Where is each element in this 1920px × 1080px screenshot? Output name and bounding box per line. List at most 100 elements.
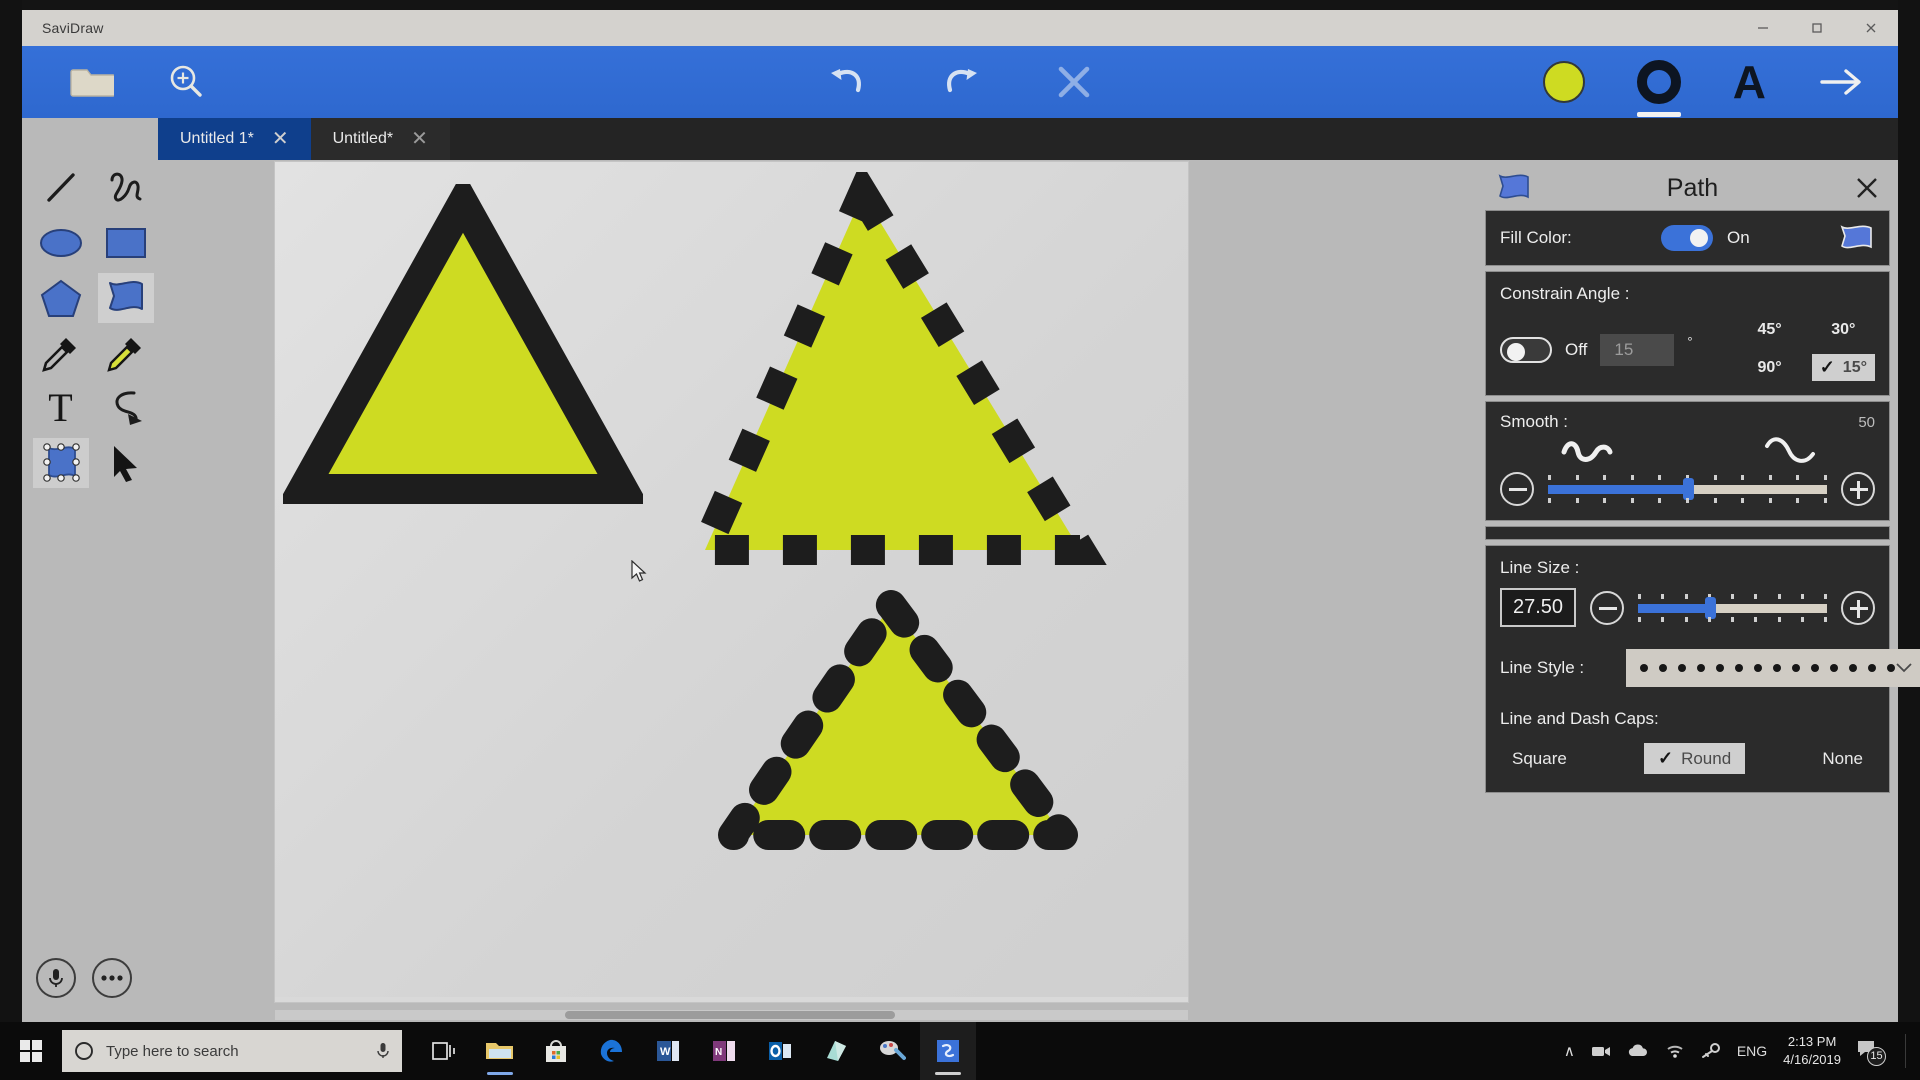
- line-size-plus-button[interactable]: [1841, 590, 1875, 625]
- tab-untitled[interactable]: Untitled* ✕: [310, 118, 450, 160]
- smooth-plus-button[interactable]: [1841, 472, 1875, 506]
- start-button[interactable]: [0, 1022, 62, 1080]
- drawing-canvas[interactable]: [275, 162, 1188, 1002]
- search-box[interactable]: Type here to search: [62, 1030, 402, 1072]
- panel-close-icon[interactable]: [1854, 175, 1880, 201]
- tab-close-icon[interactable]: ✕: [411, 129, 428, 149]
- polygon-tool[interactable]: [33, 273, 89, 323]
- sticky-notes-button[interactable]: [808, 1022, 864, 1080]
- angle-preset-90[interactable]: 90°: [1750, 356, 1790, 380]
- zoom-in-icon[interactable]: [166, 62, 206, 102]
- smooth-track-empty: [1687, 485, 1827, 494]
- curve-edit-tool[interactable]: [98, 383, 154, 433]
- tray-camera-icon[interactable]: [1591, 1043, 1611, 1059]
- tray-key-icon[interactable]: [1701, 1043, 1721, 1059]
- path-tool[interactable]: [97, 272, 154, 323]
- angle-preset-15[interactable]: ✓ 15°: [1811, 354, 1875, 381]
- line-tool[interactable]: [33, 163, 89, 213]
- smooth-slider-thumb[interactable]: [1682, 478, 1694, 500]
- rectangle-tool[interactable]: [98, 218, 154, 268]
- smooth-label: Smooth :: [1500, 412, 1569, 431]
- taskbar-microphone-icon[interactable]: [376, 1042, 390, 1060]
- eyedropper-fill-tool[interactable]: [98, 328, 154, 378]
- canvas-horizontal-scrollbar[interactable]: [275, 1010, 1188, 1020]
- show-desktop-button[interactable]: [1905, 1034, 1906, 1068]
- cap-option-round[interactable]: ✓ Round: [1643, 743, 1746, 774]
- microsoft-outlook-button[interactable]: [752, 1022, 808, 1080]
- microsoft-onenote-button[interactable]: N: [696, 1022, 752, 1080]
- line-style-select[interactable]: [1626, 649, 1920, 687]
- tab-untitled-1[interactable]: Untitled 1* ✕: [158, 118, 311, 160]
- savidraw-button[interactable]: [920, 1022, 976, 1080]
- line-size-input[interactable]: 27.50: [1500, 588, 1576, 627]
- cap-option-round-label: Round: [1681, 748, 1732, 768]
- task-view-button[interactable]: [416, 1022, 472, 1080]
- fill-color-controls: On: [1661, 225, 1750, 251]
- line-size-slider-thumb[interactable]: [1704, 596, 1716, 619]
- undo-icon[interactable]: [826, 64, 868, 100]
- smooth-minus-button[interactable]: [1500, 472, 1534, 506]
- stroke-color-button[interactable]: [1636, 60, 1681, 117]
- microsoft-edge-button[interactable]: [584, 1022, 640, 1080]
- tray-wifi-icon[interactable]: [1665, 1043, 1685, 1059]
- plus-icon-v: [1857, 599, 1860, 618]
- tab-close-icon[interactable]: ✕: [272, 129, 289, 149]
- search-input[interactable]: Type here to search: [106, 1043, 364, 1060]
- minimize-button[interactable]: [1736, 10, 1790, 46]
- fill-color-toggle[interactable]: [1661, 225, 1714, 251]
- toolbar-right-group: A: [1542, 59, 1864, 117]
- constrain-angle-state: Off: [1565, 339, 1588, 359]
- next-arrow-icon[interactable]: [1818, 66, 1864, 98]
- running-indicator: [935, 1072, 961, 1075]
- dotted-round-cap-triangle[interactable]: [713, 587, 1083, 862]
- cap-option-square[interactable]: Square: [1504, 746, 1575, 772]
- constrain-angle-input[interactable]: 15: [1600, 333, 1675, 366]
- caps-options-row: Square ✓ Round None: [1500, 743, 1875, 774]
- close-shape-icon[interactable]: [1054, 62, 1094, 102]
- smooth-high-icon: [1765, 437, 1815, 463]
- text-tool[interactable]: T: [33, 383, 89, 433]
- angle-preset-45[interactable]: 45°: [1750, 318, 1790, 342]
- ellipse-tool[interactable]: [33, 218, 89, 268]
- line-size-track-empty: [1709, 603, 1827, 613]
- system-tray: ∧ ENG 2:13 PM 4/16/2019 15: [1564, 1033, 1920, 1068]
- smooth-slider-row: [1500, 472, 1875, 506]
- file-explorer-button[interactable]: [472, 1022, 528, 1080]
- redo-icon[interactable]: [940, 64, 982, 100]
- notification-center-button[interactable]: 15: [1857, 1039, 1886, 1066]
- paint-3d-button[interactable]: [864, 1022, 920, 1080]
- node-edit-tool[interactable]: [32, 437, 89, 488]
- constrain-angle-toggle[interactable]: [1500, 336, 1552, 363]
- tray-onedrive-icon[interactable]: [1627, 1043, 1649, 1059]
- select-tool[interactable]: [98, 438, 154, 488]
- tray-chevron-icon[interactable]: ∧: [1564, 1042, 1575, 1060]
- text-color-icon[interactable]: A: [1733, 59, 1766, 105]
- smooth-value: 50: [1858, 413, 1875, 431]
- cap-option-none[interactable]: None: [1814, 746, 1871, 772]
- close-button[interactable]: [1844, 10, 1898, 46]
- running-indicator: [487, 1072, 513, 1075]
- microphone-button[interactable]: [36, 958, 76, 998]
- more-options-button[interactable]: [92, 958, 132, 998]
- line-size-slider[interactable]: [1638, 593, 1827, 622]
- fill-shape-preview-icon[interactable]: [1839, 223, 1875, 253]
- scrollbar-thumb[interactable]: [565, 1011, 895, 1019]
- eyedropper-stroke-tool[interactable]: [33, 328, 89, 378]
- scribble-tool[interactable]: [98, 163, 154, 213]
- smooth-slider[interactable]: [1548, 475, 1827, 503]
- check-icon: ✓: [1819, 357, 1835, 377]
- microsoft-store-button[interactable]: [528, 1022, 584, 1080]
- angle-preset-30[interactable]: 30°: [1823, 318, 1863, 342]
- dashed-square-cap-triangle[interactable]: [685, 172, 1115, 572]
- tray-language[interactable]: ENG: [1737, 1043, 1767, 1059]
- maximize-button[interactable]: [1790, 10, 1844, 46]
- open-file-icon[interactable]: [70, 64, 114, 100]
- taskbar-clock[interactable]: 2:13 PM 4/16/2019: [1783, 1033, 1841, 1068]
- fill-color-swatch[interactable]: [1542, 61, 1585, 103]
- constrain-angle-row: Off 15 ° 45° 30° 90° ✓ 15°: [1500, 318, 1875, 381]
- microsoft-word-button[interactable]: W: [640, 1022, 696, 1080]
- bezel-left: [0, 0, 22, 1022]
- line-size-minus-button[interactable]: [1590, 590, 1624, 625]
- solid-triangle[interactable]: [283, 184, 643, 514]
- task-view-icon: [432, 1042, 455, 1060]
